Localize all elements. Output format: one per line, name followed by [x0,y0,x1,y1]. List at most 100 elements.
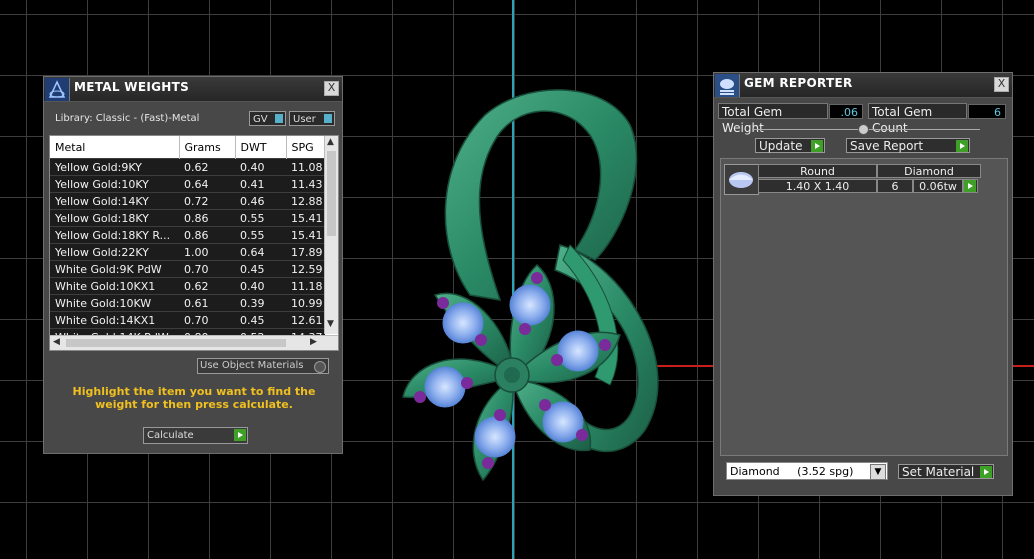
table-cell: 0.40 [235,277,286,295]
metal-table[interactable]: Metal Grams DWT SPG Yellow Gold:9KY 0.62 0… [49,135,339,351]
vertical-scroll-thumb[interactable] [327,151,336,236]
gv-toggle[interactable]: GV [249,111,286,126]
horizontal-scrollbar[interactable]: ◀ ▶ [50,335,338,350]
table-cell: 15.41 [286,209,325,227]
table-cell: 0.70 [179,260,235,278]
total-gem-weight-label: Total Gem Weight [718,103,828,135]
table-cell: Yellow Gold:18KY R... [50,226,179,244]
table-cell: 0.41 [235,175,286,193]
user-toggle[interactable]: User [289,111,335,126]
table-cell: 0.55 [235,226,286,244]
table-cell: 12.61 [286,311,325,329]
report-slider-knob[interactable] [858,124,869,135]
column-header-grams[interactable]: Grams [179,136,236,159]
metal-weights-title: METAL WEIGHTS [74,80,190,94]
gem-reporter-title: GEM REPORTER [744,76,853,90]
metal-weights-icon [45,78,70,101]
table-cell: White Gold:10KX1 [50,277,179,295]
close-icon[interactable]: X [994,77,1009,92]
gem-size: 1.40 X 1.40 [758,179,877,193]
column-header-metal[interactable]: Metal [50,136,180,159]
set-material-button[interactable]: Set Material [898,464,994,479]
table-cell: 0.39 [235,294,286,312]
vertical-scrollbar[interactable]: ▲ ▼ [324,136,338,334]
table-row[interactable]: Yellow Gold:10KY 0.64 0.41 11.43 [50,175,325,193]
table-cell: 0.64 [235,243,286,261]
table-row[interactable]: White Gold:14KX1 0.70 0.45 12.61 [50,311,325,329]
table-cell: 0.86 [179,226,235,244]
table-cell: 0.45 [235,260,286,278]
use-object-materials-toggle[interactable]: Use Object Materials [197,358,329,374]
radio-icon [314,361,326,373]
table-cell: Yellow Gold:18KY [50,209,179,227]
table-cell: 0.72 [179,192,235,210]
table-row[interactable]: Yellow Gold:18KY 0.86 0.55 15.41 [50,209,325,227]
use-object-materials-label: Use Object Materials [200,360,304,371]
library-label: Library: Classic - (Fast)-Metal [55,113,200,124]
table-row[interactable]: White Gold:10KW 0.61 0.39 10.99 [50,294,325,312]
gem-shape: Round [758,164,877,178]
material-select-value: Diamond (3.52 spg) [730,465,854,478]
table-cell: 12.88 [286,192,325,210]
table-cell: 11.43 [286,175,325,193]
table-cell: 0.61 [179,294,235,312]
gem-reporter-titlebar[interactable]: GEM REPORTER X [714,73,1012,98]
metal-weights-titlebar[interactable]: METAL WEIGHTS X [44,77,342,102]
table-row[interactable]: White Gold:9K PdW 0.70 0.45 12.59 [50,260,325,278]
total-gem-weight-value: .06 [829,104,863,119]
table-cell: 11.18 [286,277,325,295]
gv-label: GV [253,114,268,125]
go-arrow-icon [980,466,992,478]
table-row[interactable]: Yellow Gold:18KY R... 0.86 0.55 15.41 [50,226,325,244]
gem-go-button[interactable] [963,179,978,193]
table-row[interactable]: White Gold:10KX1 0.62 0.40 11.18 [50,277,325,295]
update-label: Update [759,139,803,153]
calculate-button[interactable]: Calculate [143,427,248,444]
flower-center-hole [504,367,520,383]
gem-reporter-panel: GEM REPORTER X Total Gem Weight .06 Tota… [713,72,1013,496]
jewelry-model[interactable] [395,85,675,485]
go-arrow-icon [956,140,968,152]
table-cell: 10.99 [286,294,325,312]
table-cell: Yellow Gold:22KY [50,243,179,261]
go-arrow-icon [234,429,246,441]
column-header-spg[interactable]: SPG [286,136,326,159]
table-cell: 0.62 [179,158,235,176]
table-cell: 15.41 [286,226,325,244]
table-cell: 11.08 [286,158,325,176]
table-cell: White Gold:10KW [50,294,179,312]
table-cell: 0.62 [179,277,235,295]
table-row[interactable]: Yellow Gold:9KY 0.62 0.40 11.08 [50,158,325,176]
update-button[interactable]: Update [755,138,825,153]
go-arrow-icon [811,140,823,152]
table-cell: 0.64 [179,175,235,193]
save-report-button[interactable]: Save Report [846,138,970,153]
column-header-dwt[interactable]: DWT [235,136,287,159]
gem-count: 6 [877,179,913,193]
table-cell: 0.70 [179,311,235,329]
table-cell: 0.40 [235,158,286,176]
table-row[interactable]: Yellow Gold:22KY 1.00 0.64 17.89 [50,243,325,261]
instruction-text: Highlight the item you want to find the … [72,385,316,411]
metal-weights-panel: METAL WEIGHTS X Library: Classic - (Fast… [43,76,343,454]
set-material-label: Set Material [902,465,975,479]
close-icon[interactable]: X [324,81,339,96]
total-gem-count-label: Total Gem Count [868,103,967,135]
material-select[interactable]: Diamond (3.52 spg) ▼ [726,462,888,480]
gem-report-area: Round Diamond 1.40 X 1.40 6 0.06tw [720,158,1008,456]
table-cell: 0.46 [235,192,286,210]
round-gem-thumbnail[interactable] [724,164,759,195]
horizontal-scroll-thumb[interactable] [66,339,286,347]
table-cell: 0.55 [235,209,286,227]
total-gem-count-value: 6 [968,104,1006,119]
table-cell: Yellow Gold:14KY [50,192,179,210]
table-cell: 12.59 [286,260,325,278]
chevron-down-icon: ▼ [870,464,886,480]
go-arrow-icon [964,180,976,192]
table-row[interactable]: Yellow Gold:14KY 0.72 0.46 12.88 [50,192,325,210]
save-report-label: Save Report [850,139,924,153]
gem-material: Diamond [877,164,981,178]
gem-weight: 0.06tw [913,179,963,193]
table-cell: Yellow Gold:9KY [50,158,179,176]
table-cell: 0.86 [179,209,235,227]
